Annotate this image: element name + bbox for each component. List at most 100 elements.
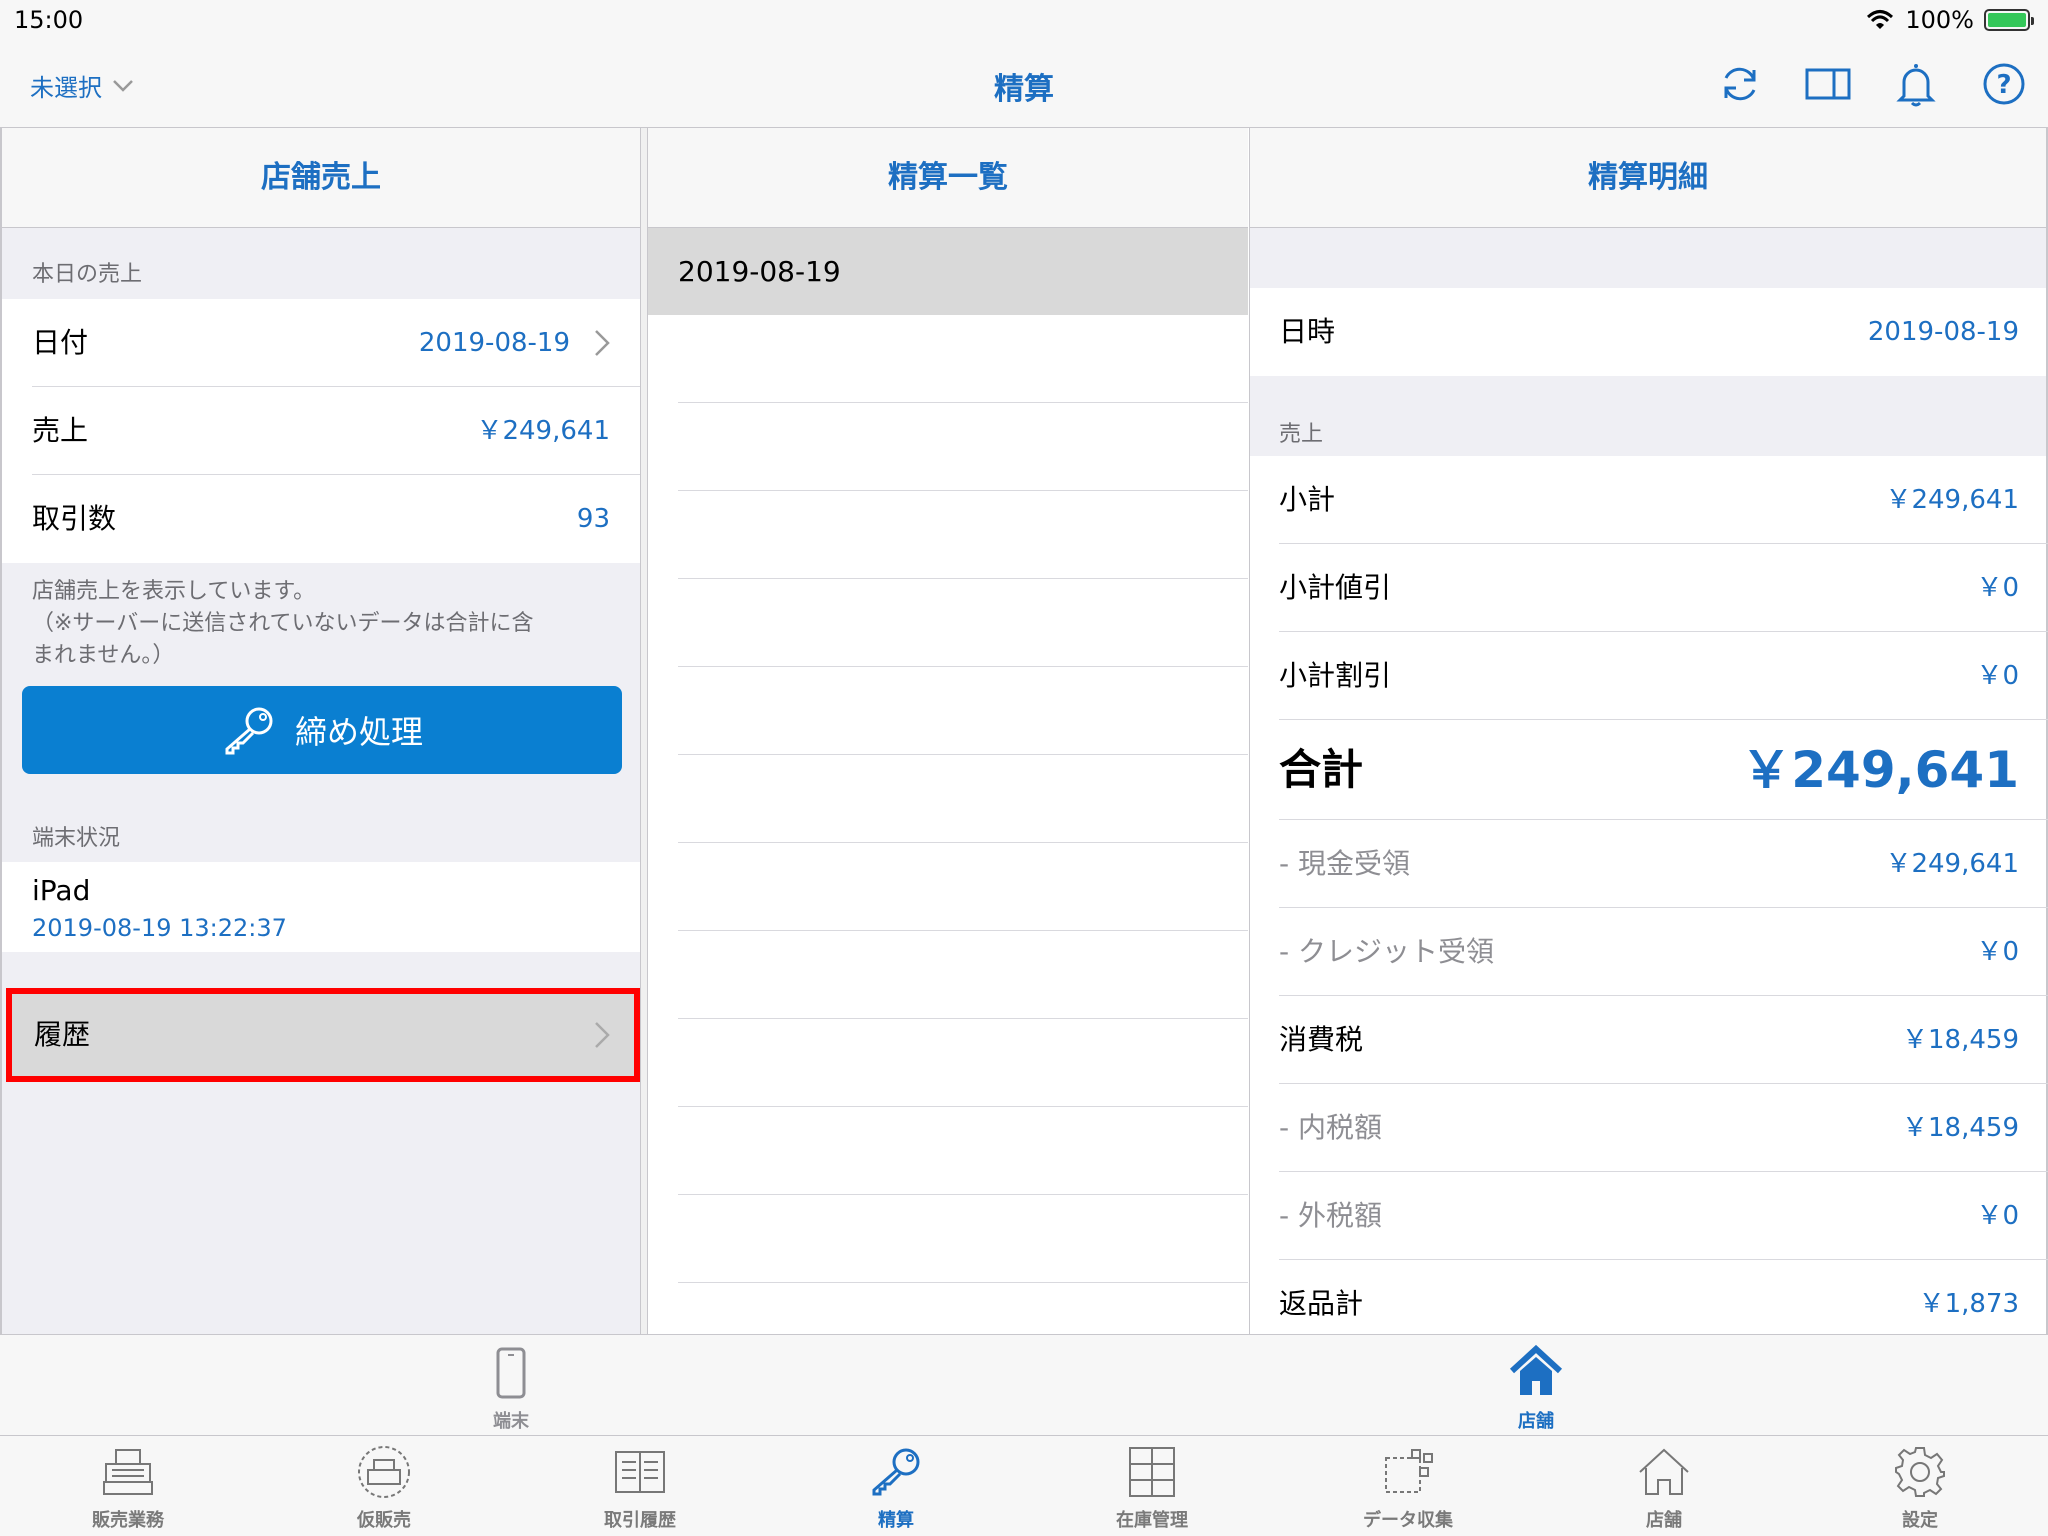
tab-label: 設定 [1902, 1510, 1938, 1531]
settlement-list-header: 精算一覧 [648, 128, 1248, 228]
note-line: まれません。） [32, 643, 175, 668]
segment-terminal-label: 端末 [493, 1411, 529, 1432]
sales-value: ￥249,641 [476, 416, 610, 446]
tab-label: データ収集 [1363, 1510, 1453, 1531]
total-row: 合計 ￥249,641 [1279, 720, 2048, 820]
date-row[interactable]: 日付 2019-08-19 [2, 299, 640, 387]
segment-terminal[interactable]: 端末 [411, 1335, 611, 1437]
list-item [678, 1107, 1248, 1195]
close-process-button[interactable]: 締め処理 [22, 686, 622, 774]
detail-spacer [1250, 228, 2046, 288]
tab-label: 精算 [878, 1510, 914, 1531]
note-line: （※サーバーに送信されていないデータは合計に含 [32, 611, 534, 636]
detail-row: 小計 ￥249,641 [1279, 456, 2048, 544]
tab-sales[interactable]: 販売業務 [0, 1436, 256, 1536]
terminal-status-row: iPad 2019-08-19 13:22:37 [2, 862, 640, 952]
store-sales-header: 店舗売上 [2, 128, 640, 228]
key-icon [872, 1448, 920, 1496]
history-label: 履歴 [34, 1018, 91, 1051]
nav-bar: 未選択 精算 ? [0, 40, 2048, 128]
book-icon [615, 1451, 665, 1493]
chevron-right-icon [595, 1022, 610, 1048]
transactions-row: 取引数 93 [2, 475, 640, 563]
status-time: 15:00 [14, 6, 84, 34]
detail-label: - 外税額 [1279, 1199, 1383, 1232]
list-item [678, 1019, 1248, 1107]
terminal-name: iPad [32, 874, 91, 907]
register-icon [103, 1449, 153, 1495]
battery-icon [1984, 9, 2034, 31]
sales-row: 売上 ￥249,641 [2, 387, 640, 475]
detail-row: 小計割引 ￥0 [1279, 632, 2048, 720]
detail-label: 消費税 [1279, 1023, 1364, 1056]
total-value: ￥249,641 [1741, 741, 2019, 799]
tab-label: 仮販売 [357, 1510, 411, 1531]
section-today-label: 本日の売上 [32, 262, 143, 287]
detail-value: ￥18,459 [1902, 1113, 2019, 1143]
segment-store-label: 店舗 [1518, 1411, 1554, 1432]
refresh-icon[interactable] [1716, 60, 1764, 108]
detail-label: - クレジット受領 [1279, 935, 1495, 968]
detail-row: - 内税額 ￥18,459 [1279, 1084, 2048, 1172]
list-item [678, 667, 1248, 755]
tab-settlement[interactable]: 精算 [768, 1436, 1024, 1536]
settlement-detail-header: 精算明細 [1250, 128, 2046, 228]
date-value: 2019-08-19 [418, 328, 570, 358]
history-row[interactable]: 履歴 [6, 988, 640, 1082]
split-view-icon[interactable] [1804, 60, 1852, 108]
datetime-row: 日時 2019-08-19 [1279, 288, 2048, 376]
detail-value: ￥0 [1976, 1201, 2019, 1231]
detail-value: ￥0 [1976, 937, 2019, 967]
segment-bar: 端末 店舗 [0, 1334, 2048, 1436]
chevron-right-icon [595, 330, 610, 356]
close-process-label: 締め処理 [294, 713, 423, 751]
section-sales-label: 売上 [1279, 422, 1324, 447]
tab-data-collection[interactable]: データ収集 [1280, 1436, 1536, 1536]
detail-row: - 外税額 ￥0 [1279, 1172, 2048, 1260]
tab-temp-sale[interactable]: 仮販売 [256, 1436, 512, 1536]
list-item [678, 843, 1248, 931]
detail-value: ￥0 [1976, 573, 2019, 603]
store-icon [1639, 1448, 1689, 1495]
segment-store[interactable]: 店舗 [1436, 1335, 1636, 1437]
tab-history[interactable]: 取引履歴 [512, 1436, 768, 1536]
tab-settings[interactable]: 設定 [1792, 1436, 2048, 1536]
bell-icon[interactable] [1892, 60, 1940, 108]
svg-text:?: ? [1996, 70, 2011, 100]
datetime-value: 2019-08-19 [1867, 317, 2019, 347]
tab-label: 店舗 [1646, 1510, 1682, 1531]
transactions-value: 93 [576, 504, 610, 534]
home-icon [1509, 1344, 1563, 1395]
tab-label: 在庫管理 [1116, 1510, 1188, 1531]
list-item [678, 579, 1248, 667]
status-bar: 15:00 100% [0, 0, 2048, 40]
wifi-icon [1867, 10, 1894, 29]
tab-label: 販売業務 [92, 1510, 164, 1531]
settlement-date: 2019-08-19 [678, 255, 841, 288]
note-line: 店舗売上を表示しています。 [32, 579, 316, 604]
status-right: 100% [1865, 6, 2034, 34]
store-sales-note: 店舗売上を表示しています。 （※サーバーに送信されていないデータは合計に含 まれ… [32, 576, 534, 672]
detail-row: 消費税 ￥18,459 [1279, 996, 2048, 1084]
settlement-detail-pane: 精算明細 日時 2019-08-19 売上 小計 ￥249,641 小計値引 ￥… [1249, 128, 2048, 1334]
list-item [678, 315, 1248, 403]
tab-store[interactable]: 店舗 [1536, 1436, 1792, 1536]
terminal-time: 2019-08-19 13:22:37 [32, 914, 287, 942]
help-icon[interactable]: ? [1980, 60, 2028, 108]
detail-row: - 現金受領 ￥249,641 [1279, 820, 2048, 908]
temp-sale-icon [358, 1446, 410, 1498]
pane-divider[interactable] [640, 128, 648, 1334]
date-label: 日付 [32, 326, 89, 359]
detail-value: ￥249,641 [1885, 485, 2019, 515]
detail-row: 小計値引 ￥0 [1279, 544, 2048, 632]
datetime-label: 日時 [1279, 315, 1336, 348]
sales-section: 売上 [1250, 376, 2046, 456]
settlement-list-pane: 精算一覧 2019-08-19 [648, 128, 1248, 1334]
settlement-list-item[interactable]: 2019-08-19 [648, 228, 1248, 315]
tab-inventory[interactable]: 在庫管理 [1024, 1436, 1280, 1536]
phone-icon [496, 1347, 526, 1399]
gear-icon [1895, 1447, 1945, 1497]
data-icon [1385, 1449, 1433, 1493]
key-icon [225, 707, 273, 755]
list-item [678, 491, 1248, 579]
